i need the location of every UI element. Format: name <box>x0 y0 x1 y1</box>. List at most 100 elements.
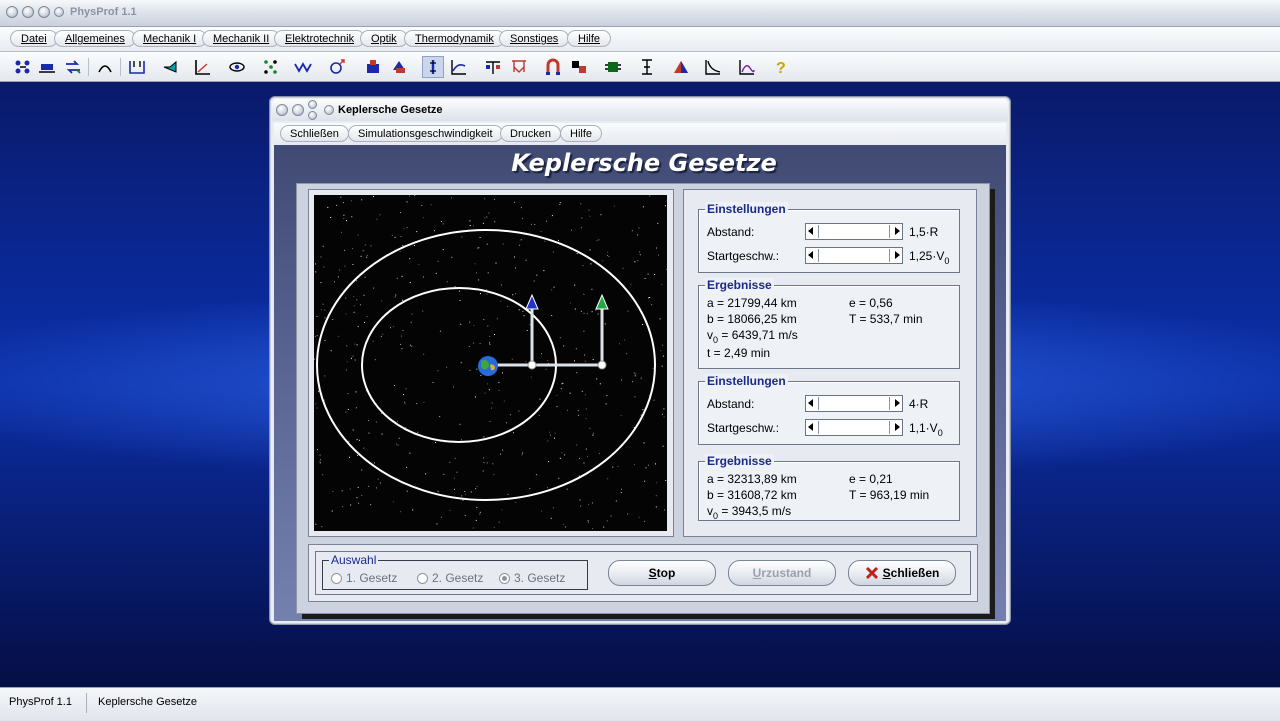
auswahl-group: Auswahl 1. Gesetz 2. Gesetz 3. Gesetz <box>322 553 588 590</box>
window-titlebar: Keplersche Gesetze <box>272 99 1008 121</box>
status-separator <box>86 693 87 713</box>
main-menubar: Datei Allgemeines Mechanik I Mechanik II… <box>0 27 1280 52</box>
menu-mechanik-2[interactable]: Mechanik II <box>202 30 281 47</box>
radio-circle-2[interactable] <box>417 572 428 584</box>
abstand-value-2: 4·R <box>909 397 929 411</box>
settings-label-2: Einstellungen <box>705 374 788 388</box>
radio-circle-1[interactable] <box>331 572 342 584</box>
radio-gesetz-2[interactable]: 2. Gesetz <box>417 571 483 585</box>
start-slider-2[interactable] <box>805 419 903 436</box>
menu-datei[interactable]: Datei <box>10 30 58 47</box>
menu-allgemeines[interactable]: Allgemeines <box>54 30 136 47</box>
window-minimize-button[interactable] <box>292 104 304 116</box>
wave-icon[interactable] <box>292 56 314 78</box>
start-slider-1[interactable] <box>805 247 903 264</box>
lever-icon[interactable] <box>160 56 182 78</box>
magnet-icon[interactable] <box>362 56 384 78</box>
curve2-icon[interactable] <box>702 56 724 78</box>
start-value-1-text: 1,25·V <box>909 249 945 263</box>
menu-thermodynamik[interactable]: Thermodynamik <box>404 30 505 47</box>
menu-sonstiges[interactable]: Sonstiges <box>499 30 570 47</box>
radio-gesetz-1[interactable]: 1. Gesetz <box>331 571 397 585</box>
app-menu-icon[interactable] <box>54 7 64 17</box>
svg-text:?: ? <box>776 60 786 76</box>
help-icon[interactable]: ? <box>770 56 792 78</box>
result-T-2: T = 963,19 min <box>849 488 930 502</box>
start-value-2-text: 1,1·V <box>909 421 938 435</box>
abstand-slider-1[interactable] <box>805 223 903 240</box>
schliessen-button[interactable]: Schließen <box>848 560 956 586</box>
dots-icon[interactable] <box>260 56 282 78</box>
window-restore-button[interactable] <box>308 111 317 120</box>
menu-schliessen[interactable]: Schließen <box>280 125 349 142</box>
maximize-window-button[interactable] <box>38 6 50 18</box>
spring-icon[interactable] <box>126 56 148 78</box>
arrows-icon[interactable] <box>62 56 84 78</box>
pendulum-icon[interactable] <box>94 56 116 78</box>
vertical-bar-icon[interactable] <box>422 56 444 78</box>
menu-hilfe-window[interactable]: Hilfe <box>560 125 603 142</box>
settings-label-1: Einstellungen <box>705 202 788 216</box>
result-v-2: v0 = 3943,5 m/s <box>707 504 791 521</box>
window-menu-icon[interactable] <box>324 105 334 115</box>
chip-icon[interactable] <box>602 56 624 78</box>
menu-simulationsgeschwindigkeit[interactable]: Simulationsgeschwindigkeit <box>348 125 503 142</box>
menu-optik[interactable]: Optik <box>360 30 408 47</box>
minimize-window-button[interactable] <box>22 6 34 18</box>
abstand-slider-2[interactable] <box>805 395 903 412</box>
results-label-1: Ergebnisse <box>705 278 774 292</box>
window-maximize-button[interactable] <box>308 100 317 109</box>
plug-icon[interactable] <box>568 56 590 78</box>
schliessen-button-label: Schließen <box>882 566 940 580</box>
start-value-1-sub: 0 <box>944 256 950 266</box>
app-titlebar: PhysProf 1.1 <box>0 0 1280 27</box>
menu-mechanik-1[interactable]: Mechanik I <box>132 30 208 47</box>
result-v-1-text: = 6439,71 m/s <box>721 328 798 342</box>
radio-label-1: 1. Gesetz <box>346 571 398 585</box>
curve-icon[interactable] <box>670 56 692 78</box>
result-b-1: b = 18066,25 km <box>707 312 797 326</box>
radio-circle-3[interactable] <box>499 572 510 584</box>
panel-shadow-bottom <box>302 614 995 619</box>
control-panel-inner: Auswahl 1. Gesetz 2. Gesetz 3. Gesetz St… <box>315 551 971 595</box>
menu-hilfe[interactable]: Hilfe <box>567 30 612 47</box>
simulation-canvas[interactable] <box>314 195 667 531</box>
satellite-1 <box>527 360 537 370</box>
app-title: PhysProf 1.1 <box>70 6 137 18</box>
urzustand-button[interactable]: Urzustand <box>728 560 836 586</box>
prism-icon[interactable] <box>636 56 658 78</box>
menu-elektrotechnik[interactable]: Elektrotechnik <box>274 30 366 47</box>
close-x-icon <box>865 566 878 580</box>
result-e-2: e = 0,21 <box>849 472 893 486</box>
radio-gesetz-3[interactable]: 3. Gesetz <box>499 571 565 585</box>
status-app-name: PhysProf 1.1 <box>9 696 72 708</box>
result-v-2-sub: 0 <box>713 511 719 521</box>
keplersche-gesetze-window: Keplersche Gesetze Schließen Simulations… <box>269 96 1011 625</box>
eye-icon[interactable] <box>226 56 248 78</box>
atom-icon[interactable] <box>326 56 348 78</box>
close-window-button[interactable] <box>6 6 18 18</box>
graph2-icon[interactable] <box>736 56 758 78</box>
stop-button[interactable]: Stop <box>608 560 716 586</box>
urzustand-button-label: Urzustand <box>752 566 812 580</box>
control-panel: Auswahl 1. Gesetz 2. Gesetz 3. Gesetz St… <box>308 544 978 602</box>
results-label-2: Ergebnisse <box>705 454 774 468</box>
bridge-icon[interactable] <box>508 56 530 78</box>
start-value-2: 1,1·V0 <box>909 421 943 438</box>
simulation-frame <box>308 189 674 537</box>
molecule-icon[interactable] <box>542 56 564 78</box>
scale-icon[interactable] <box>482 56 504 78</box>
start-value-2-sub: 0 <box>937 428 943 438</box>
cart-icon[interactable] <box>36 56 58 78</box>
result-v-1: v0 = 6439,71 m/s <box>707 328 798 345</box>
particles-icon[interactable] <box>12 56 34 78</box>
abstand-label-1: Abstand: <box>707 225 755 239</box>
window-close-button[interactable] <box>276 104 288 116</box>
window-title: Keplersche Gesetze <box>338 104 443 116</box>
graph-icon[interactable] <box>448 56 470 78</box>
window-menubar: Schließen Simulationsgeschwindigkeit Dru… <box>274 123 1006 146</box>
window-content: Keplersche Gesetze Einstellungen Abstand… <box>274 145 1006 621</box>
menu-drucken[interactable]: Drucken <box>500 125 561 142</box>
heat-icon[interactable] <box>388 56 410 78</box>
incline-icon[interactable] <box>192 56 214 78</box>
